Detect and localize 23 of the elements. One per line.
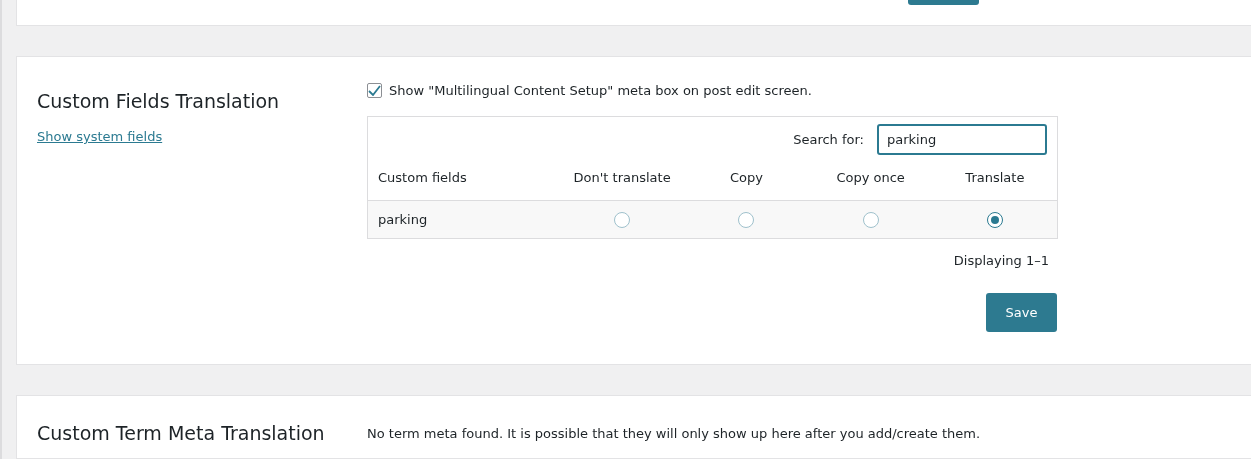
button[interactable] <box>908 0 979 5</box>
column-header: Translate <box>964 170 1026 185</box>
save-button[interactable]: Save <box>986 293 1057 332</box>
show-system-fields-link[interactable]: Show system fields <box>37 129 163 144</box>
pagination-text: Displaying 1–1 <box>953 253 1049 268</box>
column-header: Copy <box>728 170 764 185</box>
check-icon <box>368 84 381 96</box>
section-title: Custom Term Meta Translation <box>37 422 326 444</box>
radio-button[interactable] <box>862 211 879 228</box>
checkbox-label: Show "Multilingual Content Setup" meta box on post edit screen. <box>389 82 812 98</box>
meta-box-checkbox[interactable]: Show "Multilingual Content Setup" meta box on post edit screen. <box>367 81 1058 99</box>
radio-button[interactable] <box>986 211 1003 228</box>
checkbox[interactable] <box>367 82 382 98</box>
info-message: No term meta found. It is possible that they will only show up here after you add/create them. <box>367 425 981 443</box>
search-label: Search for: <box>793 132 864 147</box>
column-header: Copy once <box>835 170 906 185</box>
column-header: Don't translate <box>572 170 672 185</box>
section-title: Custom Fields Translation <box>37 90 281 112</box>
column-header: Custom fields <box>377 170 468 185</box>
radio-button[interactable] <box>614 211 631 228</box>
search-field[interactable]: parking <box>877 124 1047 155</box>
radio-button[interactable] <box>738 211 755 228</box>
field-name: parking <box>377 212 429 227</box>
